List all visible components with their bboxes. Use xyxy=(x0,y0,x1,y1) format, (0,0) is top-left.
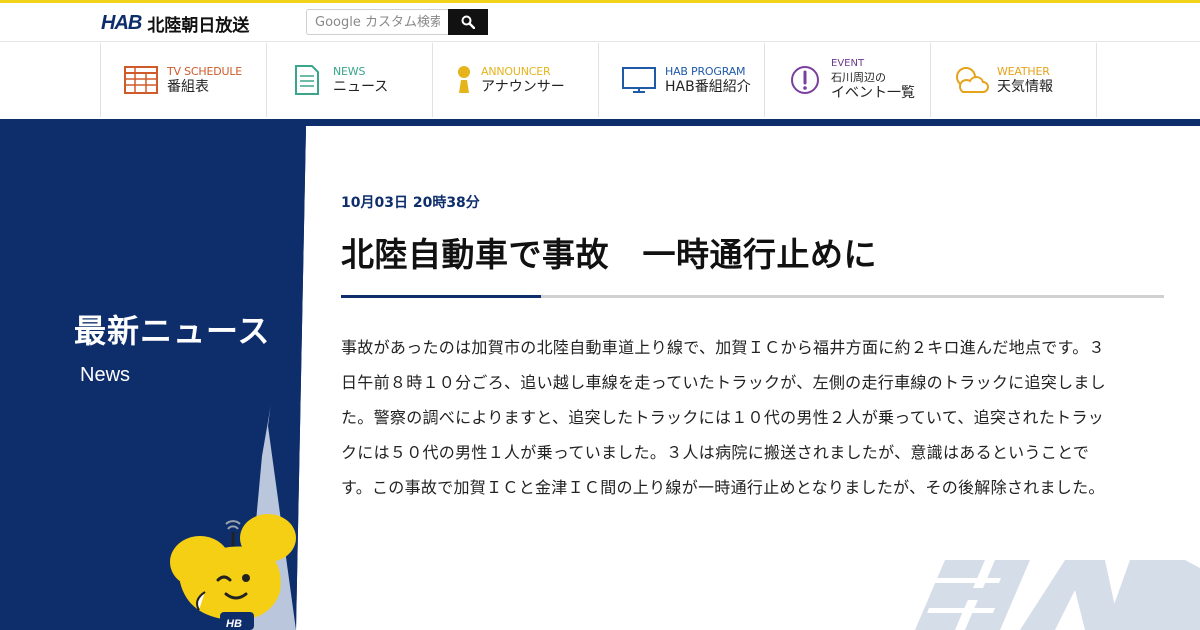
nav-label-en: WEATHER xyxy=(997,64,1050,78)
mascot-illustration: HB xyxy=(170,514,296,630)
news-icon xyxy=(289,63,325,97)
nav-label-en: EVENT xyxy=(831,58,865,69)
nav-bottom-bar xyxy=(0,119,1200,126)
nav-item-announcer[interactable]: ANNOUNCER アナウンサー xyxy=(433,43,599,117)
event-icon xyxy=(787,63,823,97)
global-nav: TV SCHEDULE 番組表 NEWS ニュース ANNOUNCER アナウン… xyxy=(100,43,1097,117)
nav-label-ja-line2: イベント一覧 xyxy=(831,85,915,102)
headline-divider-accent xyxy=(341,295,541,298)
nav-label-en: TV SCHEDULE xyxy=(167,64,243,78)
article-headline: 北陸自動車で事故 一時通行止めに xyxy=(341,235,877,274)
section-subtitle: News xyxy=(80,364,131,386)
svg-text:HB: HB xyxy=(226,618,242,630)
nav-label-ja: ニュース xyxy=(333,78,389,95)
search-input[interactable] xyxy=(306,9,448,35)
nav-label-en: HAB PROGRAM xyxy=(665,64,746,78)
search-icon xyxy=(461,15,475,29)
search-button[interactable] xyxy=(448,9,488,35)
nav-label-ja: 天気情報 xyxy=(997,78,1053,95)
nav-item-tv-schedule[interactable]: TV SCHEDULE 番組表 xyxy=(101,43,267,117)
global-nav-bar: TV SCHEDULE 番組表 NEWS ニュース ANNOUNCER アナウン… xyxy=(0,41,1200,119)
logo-name: 北陸朝日放送 xyxy=(147,16,250,36)
weather-icon xyxy=(953,63,989,97)
nav-label-en: ANNOUNCER xyxy=(481,64,551,78)
tv-schedule-icon xyxy=(123,63,159,97)
nav-label-ja: HAB番組紹介 xyxy=(665,78,751,95)
article-date: 10月03日 20時38分 xyxy=(341,195,480,211)
nav-label-ja: 番組表 xyxy=(167,78,209,95)
nav-label-ja: アナウンサー xyxy=(481,78,565,95)
announcer-icon xyxy=(455,63,473,97)
monitor-icon xyxy=(621,63,657,97)
logo-mark: HAB xyxy=(101,12,142,34)
site-header: HAB 北陸朝日放送 xyxy=(0,3,1200,41)
nav-label-ja-line1: 石川周辺の xyxy=(831,71,886,84)
nav-item-event[interactable]: EVENT 石川周辺の イベント一覧 xyxy=(765,43,931,117)
nav-item-hab-program[interactable]: HAB PROGRAM HAB番組紹介 xyxy=(599,43,765,117)
article-body: 事故があったのは加賀市の北陸自動車道上り線で、加賀ＩＣから福井方面に約２キロ進ん… xyxy=(341,338,1106,497)
site-logo[interactable]: HAB 北陸朝日放送 xyxy=(101,11,249,36)
site-search xyxy=(306,9,488,35)
hab-watermark-logo xyxy=(915,560,1200,630)
nav-label-en: NEWS xyxy=(333,64,366,78)
nav-item-news[interactable]: NEWS ニュース xyxy=(267,43,433,117)
nav-item-weather[interactable]: WEATHER 天気情報 xyxy=(931,43,1097,117)
section-title: 最新ニュース xyxy=(74,312,271,350)
